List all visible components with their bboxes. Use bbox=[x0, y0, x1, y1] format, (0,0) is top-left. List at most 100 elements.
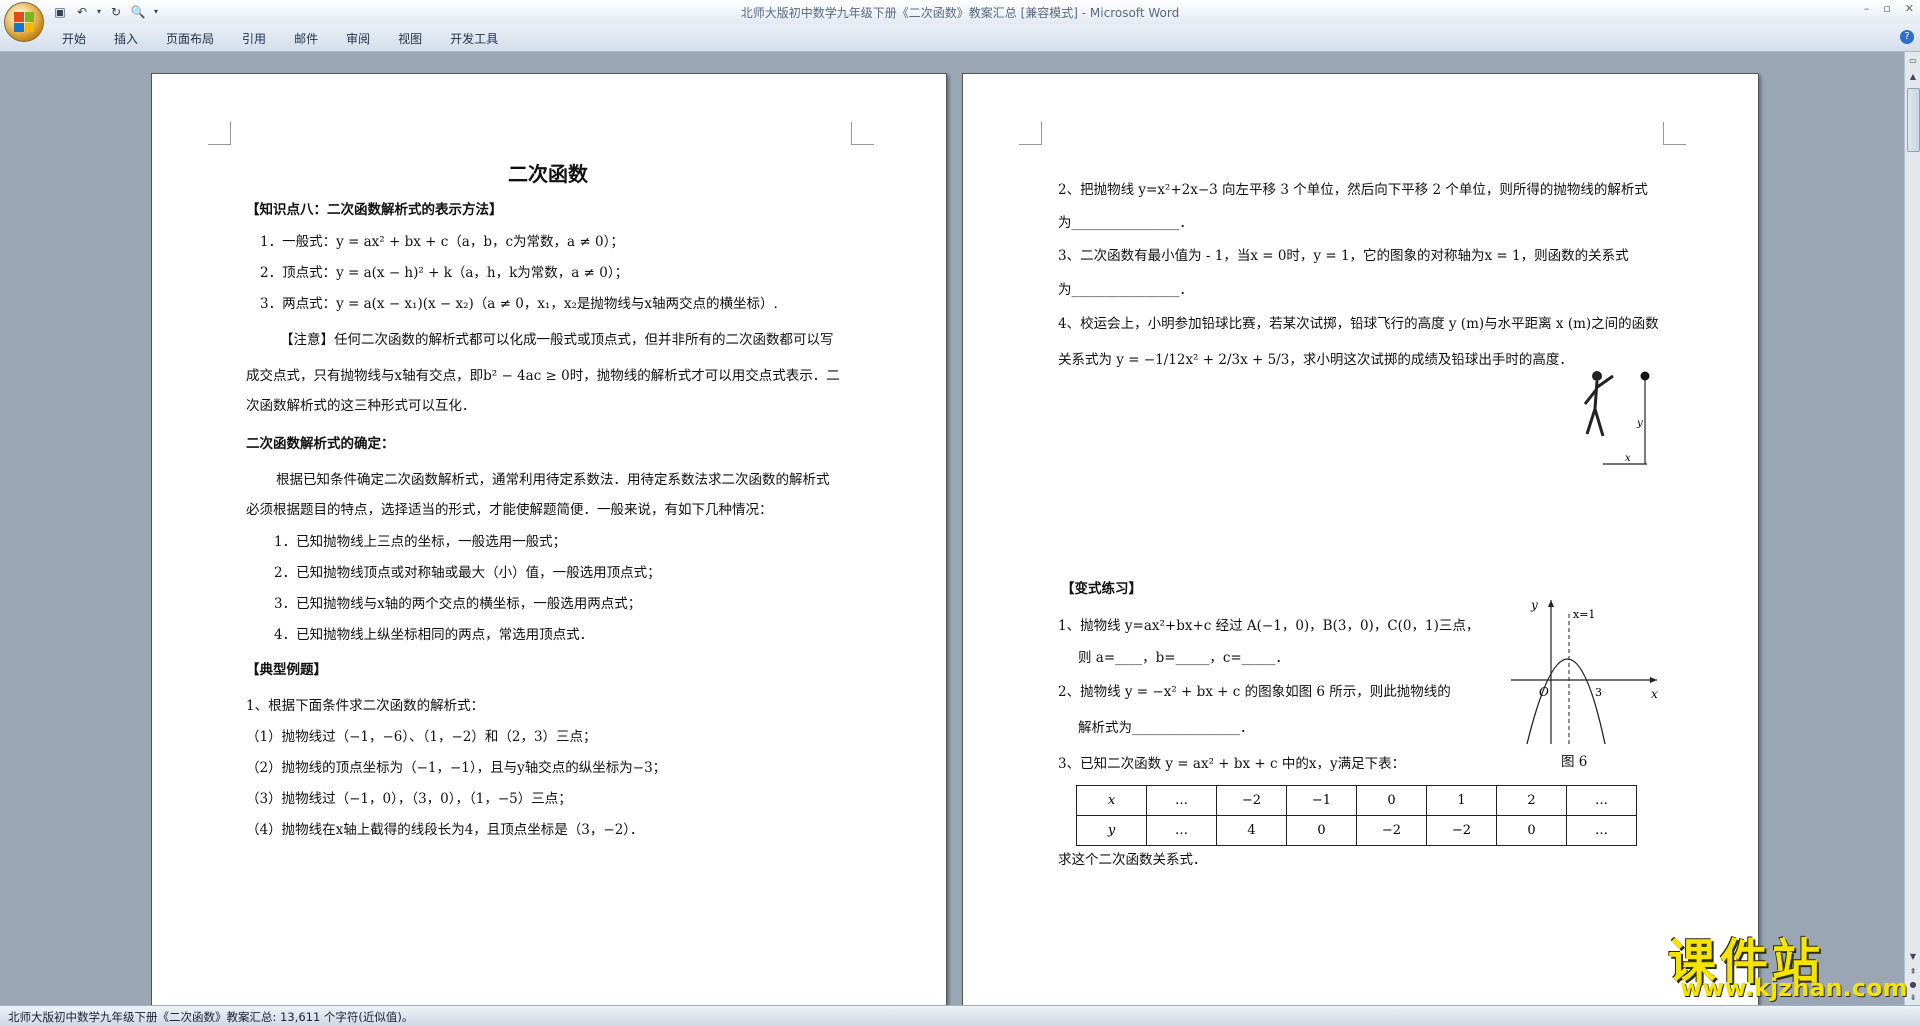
office-button[interactable] bbox=[4, 2, 44, 42]
table-cell: 4 bbox=[1216, 815, 1287, 846]
table-cell: x bbox=[1076, 785, 1147, 816]
fig-tick-label: 3 bbox=[1595, 686, 1602, 699]
tab-page-layout[interactable]: 页面布局 bbox=[154, 30, 230, 47]
tab-review[interactable]: 审阅 bbox=[334, 30, 386, 47]
scroll-thumb[interactable] bbox=[1907, 88, 1920, 152]
paragraph-line: 根据已知条件确定二次函数解析式，通常利用待定系数法．用待定系数法求二次函数的解析… bbox=[276, 472, 830, 488]
case-item: 4．已知抛物线上纵坐标相同的两点，常选用顶点式． bbox=[274, 627, 594, 643]
vertical-scrollbar[interactable]: ▭ ▲ ▼ ⇞ ● ⇟ bbox=[1904, 52, 1920, 1005]
table-cell: −2 bbox=[1426, 815, 1497, 846]
margin-corner-mark bbox=[851, 122, 874, 145]
previous-page-icon[interactable]: ⇞ bbox=[1908, 967, 1918, 977]
next-page-icon[interactable]: ⇟ bbox=[1908, 993, 1918, 1003]
title-bar: ▣ ↶ ▾ ↻ 🔍 ▾ 北师大版初中数学九年级下册《二次函数》教案汇总 [兼容模… bbox=[0, 0, 1920, 42]
variant-line: 解析式为________________． bbox=[1078, 720, 1254, 736]
paragraph-line: 必须根据题目的特点，选择适当的形式，才能使解题简便．一般来说，有如下几种情况： bbox=[246, 502, 773, 518]
fig-y-label: y bbox=[1530, 598, 1538, 612]
table-cell: 0 bbox=[1356, 785, 1427, 816]
table-cell: 1 bbox=[1426, 785, 1497, 816]
tab-mailings[interactable]: 邮件 bbox=[282, 30, 334, 47]
example-item: （1）抛物线过（−1，−6）、（1，−2）和（2，3）三点； bbox=[246, 729, 597, 745]
site-watermark: 课件站 www.kjzhan.com bbox=[1668, 922, 1908, 1002]
maximize-icon[interactable]: ▫ bbox=[1883, 2, 1890, 15]
variant-line: 3、已知二次函数 y = ax² + bx + c 中的x，y满足下表： bbox=[1058, 756, 1406, 772]
margin-corner-mark bbox=[1019, 122, 1042, 145]
page-left[interactable]: 二次函数 【知识点八：二次函数解析式的表示方法】 1．一般式：y = ax² +… bbox=[151, 73, 947, 1005]
parabola-figure: y x O 3 x=1 bbox=[1511, 598, 1658, 745]
watermark-url: www.kjzhan.com bbox=[1680, 974, 1908, 1002]
margin-corner-mark bbox=[1663, 122, 1686, 145]
question-line: 关系式为 y = −1/12x² + 2/3x + 5/3，求小明这次试掷的成绩… bbox=[1058, 352, 1573, 368]
fig-origin-label: O bbox=[1539, 685, 1549, 699]
table-row: x … −2 −1 0 1 2 … bbox=[1076, 785, 1637, 816]
window-controls: – ▫ ✕ bbox=[1864, 2, 1914, 15]
close-icon[interactable]: ✕ bbox=[1905, 2, 1914, 15]
question-line: 3、二次函数有最小值为 - 1，当x = 0时，y = 1，它的图象的对称轴为x… bbox=[1058, 248, 1629, 264]
tab-insert[interactable]: 插入 bbox=[102, 30, 154, 47]
tab-developer[interactable]: 开发工具 bbox=[438, 30, 514, 47]
margin-corner-mark bbox=[208, 122, 231, 145]
variant-line: 2、抛物线 y = −x² + bx + c 的图象如图 6 所示，则此抛物线的 bbox=[1058, 684, 1451, 700]
minimize-icon[interactable]: – bbox=[1864, 2, 1870, 15]
case-item: 2．已知抛物线顶点或对称轴或最大（小）值，一般选用顶点式； bbox=[274, 565, 661, 581]
note-line: 【注意】任何二次函数的解析式都可以化成一般式或顶点式，但并非所有的二次函数都可以… bbox=[280, 332, 834, 348]
variant-line: 1、抛物线 y=ax²+bx+c 经过 A(−1，0)，B(3，0)，C(0，1… bbox=[1058, 618, 1480, 634]
form-line: 2．顶点式：y = a(x − h)² + k（a，h，k为常数，a ≠ 0）； bbox=[260, 265, 629, 281]
knowledge-heading: 【知识点八：二次函数解析式的表示方法】 bbox=[246, 202, 503, 218]
status-bar: 北师大版初中数学九年级下册《二次函数》教案汇总: 13,611 个字符(近似值)… bbox=[0, 1005, 1920, 1026]
athlete-y-label: y bbox=[1636, 418, 1643, 429]
tab-view[interactable]: 视图 bbox=[386, 30, 438, 47]
office-logo-icon bbox=[14, 12, 34, 32]
tab-home[interactable]: 开始 bbox=[50, 30, 102, 47]
note-line: 成交点式，只有抛物线与x轴有交点，即b² − 4ac ≥ 0时，抛物线的解析式才… bbox=[246, 368, 840, 384]
example-heading: 【典型例题】 bbox=[246, 662, 327, 678]
page-title: 二次函数 bbox=[508, 162, 588, 186]
help-icon[interactable]: ? bbox=[1900, 30, 1914, 44]
example-item: （4）抛物线在x轴上截得的线段长为4，且顶点坐标是（3，−2）． bbox=[246, 822, 644, 838]
table-cell: −1 bbox=[1286, 785, 1357, 816]
document-workspace[interactable]: 二次函数 【知识点八：二次函数解析式的表示方法】 1．一般式：y = ax² +… bbox=[0, 52, 1904, 1005]
variant-line: 求这个二次函数关系式． bbox=[1058, 852, 1207, 868]
question-line: 4、校运会上，小明参加铅球比赛，若某次试掷，铅球飞行的高度 y (m)与水平距离… bbox=[1058, 316, 1659, 332]
table-cell: … bbox=[1566, 815, 1637, 846]
table-cell: 0 bbox=[1286, 815, 1357, 846]
note-line: 次函数解析式的这三种形式可以互化． bbox=[246, 398, 476, 414]
table-cell: 2 bbox=[1496, 785, 1567, 816]
form-line: 1．一般式：y = ax² + bx + c（a，b，c为常数，a ≠ 0）； bbox=[260, 234, 624, 250]
table-cell: −2 bbox=[1356, 815, 1427, 846]
figure-caption: 图 6 bbox=[1561, 754, 1588, 770]
example-intro: 1、根据下面条件求二次函数的解析式： bbox=[246, 698, 485, 714]
table-cell: −2 bbox=[1216, 785, 1287, 816]
browse-object-icon[interactable]: ● bbox=[1908, 980, 1918, 990]
table-row: y … 4 0 −2 −2 0 … bbox=[1076, 815, 1637, 846]
athlete-x-label: x bbox=[1625, 453, 1631, 464]
fig-symmetry-label: x=1 bbox=[1573, 608, 1595, 621]
ruler-toggle-icon[interactable]: ▭ bbox=[1908, 56, 1918, 66]
table-cell: … bbox=[1146, 785, 1217, 816]
ribbon-tabs: 开始 插入 页面布局 引用 邮件 审阅 视图 开发工具 bbox=[50, 30, 514, 47]
shot-put-figure: y x bbox=[1583, 371, 1650, 465]
variant-heading: 【变式练习】 bbox=[1061, 581, 1142, 597]
page-right[interactable]: 2、把抛物线 y=x²+2x−3 向左平移 3 个单位，然后向下平移 2 个单位… bbox=[962, 73, 1759, 1005]
status-text: 北师大版初中数学九年级下册《二次函数》教案汇总: 13,611 个字符(近似值)… bbox=[8, 1010, 414, 1024]
question-line: 2、把抛物线 y=x²+2x−3 向左平移 3 个单位，然后向下平移 2 个单位… bbox=[1058, 182, 1648, 198]
table-cell: 0 bbox=[1496, 815, 1567, 846]
window-title: 北师大版初中数学九年级下册《二次函数》教案汇总 [兼容模式] - Microso… bbox=[740, 6, 1180, 20]
question-line: 为________________． bbox=[1058, 282, 1193, 298]
fig-x-label: x bbox=[1651, 687, 1658, 701]
section-heading: 二次函数解析式的确定： bbox=[246, 436, 395, 452]
example-item: （3）抛物线过（−1，0），（3，0），（1，−5）三点； bbox=[246, 791, 572, 807]
table-cell: … bbox=[1566, 785, 1637, 816]
case-item: 1．已知抛物线上三点的坐标，一般选用一般式； bbox=[274, 534, 567, 550]
scroll-up-icon[interactable]: ▲ bbox=[1908, 72, 1918, 82]
question-line: 为________________． bbox=[1058, 215, 1193, 231]
form-line: 3．两点式：y = a(x − x₁)(x − x₂)（a ≠ 0，x₁，x₂是… bbox=[260, 296, 778, 312]
table-cell: y bbox=[1076, 815, 1147, 846]
scroll-down-icon[interactable]: ▼ bbox=[1908, 952, 1918, 962]
xy-table: x … −2 −1 0 1 2 … y … 4 0 −2 −2 0 … bbox=[1076, 785, 1637, 846]
case-item: 3．已知抛物线与x轴的两个交点的横坐标，一般选用两点式； bbox=[274, 596, 642, 612]
tab-references[interactable]: 引用 bbox=[230, 30, 282, 47]
table-cell: … bbox=[1146, 815, 1217, 846]
example-item: （2）抛物线的顶点坐标为（−1，−1），且与y轴交点的纵坐标为−3； bbox=[246, 760, 667, 776]
variant-line: 则 a=____，b=_____，c=_____． bbox=[1078, 650, 1289, 666]
